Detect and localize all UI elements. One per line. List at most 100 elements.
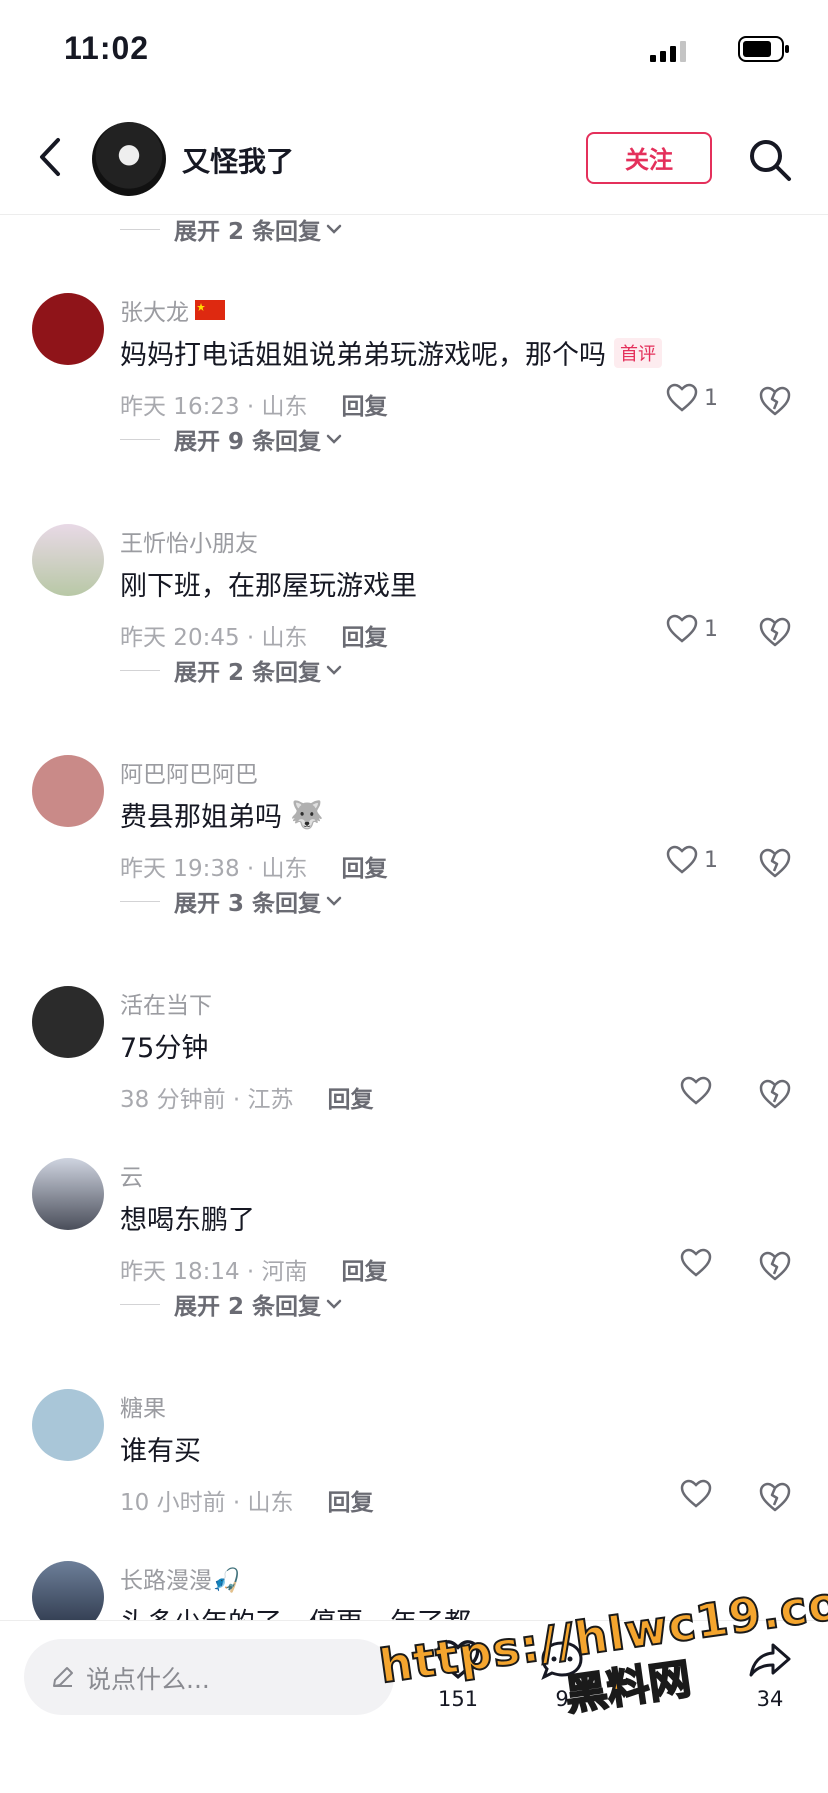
husky-emoji-icon: 🐺	[290, 799, 324, 831]
comment-username[interactable]: 云	[120, 1158, 143, 1192]
comment-body: 费县那姐弟吗	[120, 802, 282, 833]
chevron-down-icon	[326, 896, 342, 906]
like-count: 1	[704, 616, 718, 642]
avatar[interactable]	[32, 293, 104, 365]
like-count: 1	[704, 847, 718, 873]
comment-meta: 昨天 18:14 · 河南 回复	[120, 1252, 388, 1286]
comment-text: 费县那姐弟吗 🐺	[120, 795, 324, 834]
chevron-down-icon	[326, 1299, 342, 1309]
comment-text: 谁有买	[120, 1429, 201, 1468]
heart-icon	[680, 1248, 712, 1277]
input-placeholder: 说点什么...	[86, 1665, 210, 1694]
comment-time: 昨天 20:45 · 山东	[120, 625, 308, 651]
back-icon[interactable]	[30, 134, 74, 180]
reply-button[interactable]: 回复	[328, 1483, 374, 1517]
expand-replies[interactable]: 展开 3 条回复	[120, 881, 343, 921]
comment-time: 昨天 18:14 · 河南	[120, 1259, 308, 1285]
broken-heart-icon[interactable]	[758, 1250, 792, 1282]
share-action[interactable]: 34	[740, 1639, 800, 1711]
avatar[interactable]	[32, 986, 104, 1058]
like-button[interactable]: 1	[666, 383, 718, 413]
comment-list[interactable]: 展开 2 条回复 张大龙 妈妈打电话姐姐说弟弟玩游戏呢，那个吗 首评 昨天 16…	[0, 215, 828, 1620]
avatar[interactable]	[32, 1561, 104, 1620]
username-text: 长路漫漫🎣	[120, 1568, 241, 1594]
comment-meta: 10 小时前 · 山东 回复	[120, 1483, 374, 1517]
reply-button[interactable]: 回复	[342, 618, 388, 652]
heart-icon	[436, 1640, 480, 1679]
follow-button[interactable]: 关注	[586, 132, 712, 184]
expand-divider	[120, 1303, 160, 1305]
bottom-bar: 说点什么... 151 9 34	[0, 1620, 828, 1793]
reply-button[interactable]: 回复	[342, 387, 388, 421]
username-text: 王忻怡小朋友	[120, 531, 258, 557]
heart-icon	[680, 1076, 712, 1105]
comment-body: 谁有买	[120, 1436, 201, 1467]
first-comment-badge: 首评	[614, 337, 662, 368]
avatar[interactable]	[32, 524, 104, 596]
reply-button[interactable]: 回复	[342, 849, 388, 883]
expand-replies[interactable]: 展开 2 条回复	[120, 215, 343, 249]
broken-heart-icon[interactable]	[758, 847, 792, 879]
reply-button[interactable]: 回复	[328, 1080, 374, 1114]
status-time: 11:02	[64, 30, 150, 66]
like-button[interactable]	[680, 1076, 718, 1106]
broken-heart-icon[interactable]	[758, 616, 792, 648]
avatar[interactable]	[32, 755, 104, 827]
like-button[interactable]: 1	[666, 845, 718, 875]
expand-divider	[120, 228, 160, 230]
author-name[interactable]: 又怪我了	[182, 140, 294, 180]
comment-body: 想喝东鹏了	[120, 1205, 255, 1236]
comment-text: 妈妈打电话姐姐说弟弟玩游戏呢，那个吗 首评	[120, 333, 662, 372]
chevron-down-icon	[326, 665, 342, 675]
comment-body: 75分钟	[120, 1033, 209, 1064]
broken-heart-icon[interactable]	[758, 1078, 792, 1110]
share-icon	[749, 1643, 791, 1677]
comment-bubble-icon	[541, 1641, 583, 1681]
chevron-down-icon	[326, 434, 342, 444]
author-avatar[interactable]	[92, 122, 166, 196]
expand-replies[interactable]: 展开 9 条回复	[120, 419, 343, 459]
comment-meta: 昨天 19:38 · 山东 回复	[120, 849, 388, 883]
heart-icon	[666, 845, 698, 874]
comment-time: 38 分钟前 · 江苏	[120, 1087, 294, 1113]
header: 又怪我了 关注	[0, 100, 828, 215]
username-text: 阿巴阿巴阿巴	[120, 762, 258, 788]
comment-username[interactable]: 糖果	[120, 1389, 166, 1423]
expand-replies[interactable]: 展开 2 条回复	[120, 1284, 343, 1324]
comment-username[interactable]: 张大龙	[120, 293, 225, 327]
comment-time: 昨天 19:38 · 山东	[120, 856, 308, 882]
like-count: 1	[704, 385, 718, 411]
comment-text: 刚下班，在那屋玩游戏里	[120, 564, 417, 603]
reply-button[interactable]: 回复	[342, 1252, 388, 1286]
comment-username[interactable]: 阿巴阿巴阿巴	[120, 755, 258, 789]
broken-heart-icon[interactable]	[758, 1481, 792, 1513]
like-button[interactable]: 1	[666, 614, 718, 644]
comment-time: 昨天 16:23 · 山东	[120, 394, 308, 420]
like-action[interactable]: 151	[428, 1639, 488, 1711]
comment-body: 刚下班，在那屋玩游戏里	[120, 571, 417, 602]
comment-username[interactable]: 王忻怡小朋友	[120, 524, 258, 558]
comment-body: 妈妈打电话姐姐说弟弟玩游戏呢，那个吗	[120, 340, 606, 371]
comment-username[interactable]: 活在当下	[120, 986, 212, 1020]
chevron-down-icon	[326, 224, 342, 234]
heart-icon	[666, 383, 698, 412]
heart-icon	[680, 1479, 712, 1508]
comment-body: 头多少年的了，停更一年了都	[120, 1601, 471, 1620]
pencil-icon	[53, 1667, 73, 1687]
avatar[interactable]	[32, 1389, 104, 1461]
search-icon[interactable]	[746, 136, 794, 184]
like-button[interactable]	[680, 1479, 718, 1509]
broken-heart-icon[interactable]	[758, 385, 792, 417]
comment-action[interactable]: 9	[532, 1639, 592, 1711]
comment-text: 75分钟	[120, 1026, 208, 1065]
comment-total: 9	[555, 1687, 569, 1711]
expand-divider	[120, 438, 160, 440]
comment-input[interactable]: 说点什么...	[24, 1639, 394, 1715]
comment-username[interactable]: 长路漫漫🎣	[120, 1561, 241, 1595]
like-button[interactable]	[680, 1248, 718, 1278]
share-total: 34	[756, 1687, 784, 1711]
expand-replies[interactable]: 展开 2 条回复	[120, 650, 343, 690]
like-total: 151	[437, 1687, 479, 1711]
expand-divider	[120, 669, 160, 671]
avatar[interactable]	[32, 1158, 104, 1230]
